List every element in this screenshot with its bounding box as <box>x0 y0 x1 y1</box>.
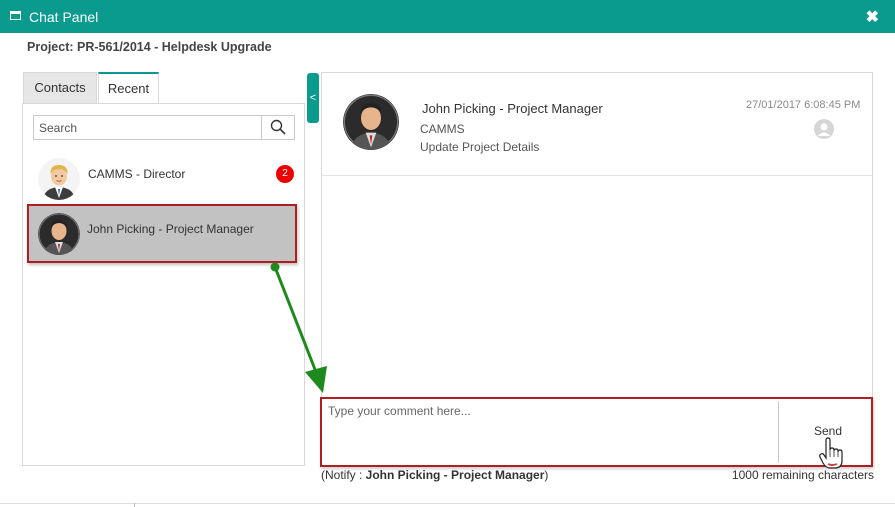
compose-box: Send <box>320 397 873 467</box>
comment-input[interactable] <box>324 401 779 463</box>
project-title: Project: PR-561/2014 - Helpdesk Upgrade <box>27 40 272 54</box>
send-button[interactable]: Send <box>814 424 842 438</box>
search-input[interactable] <box>34 116 262 139</box>
message-timestamp: 27/01/2017 6:08:45 PM <box>746 99 861 111</box>
user-icon <box>814 119 834 139</box>
unread-badge: 2 <box>276 165 294 183</box>
divider <box>322 175 872 176</box>
divider <box>134 503 135 507</box>
window-title: Chat Panel <box>29 9 99 25</box>
search-icon[interactable] <box>270 119 286 135</box>
message-org: CAMMS <box>420 122 465 136</box>
avatar <box>343 94 399 150</box>
tab-recent[interactable]: Recent <box>98 72 159 104</box>
notify-text: (Notify : John Picking - Project Manager… <box>321 468 548 482</box>
window-icon <box>10 11 21 20</box>
contact-name: John Picking - Project Manager <box>87 222 254 236</box>
contact-name: CAMMS - Director <box>88 167 186 181</box>
notify-name: John Picking - Project Manager <box>365 468 545 482</box>
window-titlebar: Chat Panel ✖ <box>0 0 895 33</box>
list-item[interactable]: CAMMS - Director 2 <box>27 150 297 208</box>
notify-prefix: (Notify : <box>321 468 366 482</box>
collapse-panel-button[interactable]: < <box>307 73 319 123</box>
hand-cursor-icon <box>819 437 843 469</box>
message-sender: John Picking - Project Manager <box>422 101 603 116</box>
list-item-selected[interactable]: John Picking - Project Manager <box>27 204 297 263</box>
tab-contacts[interactable]: Contacts <box>23 72 97 103</box>
search-box <box>33 115 295 140</box>
conversation-panel <box>321 72 873 402</box>
remaining-characters: 1000 remaining characters <box>731 468 874 482</box>
close-icon[interactable]: ✖ <box>866 7 879 27</box>
avatar <box>38 158 80 200</box>
notify-suffix: ) <box>544 468 549 482</box>
message-text: Update Project Details <box>420 140 540 154</box>
avatar <box>38 213 80 255</box>
